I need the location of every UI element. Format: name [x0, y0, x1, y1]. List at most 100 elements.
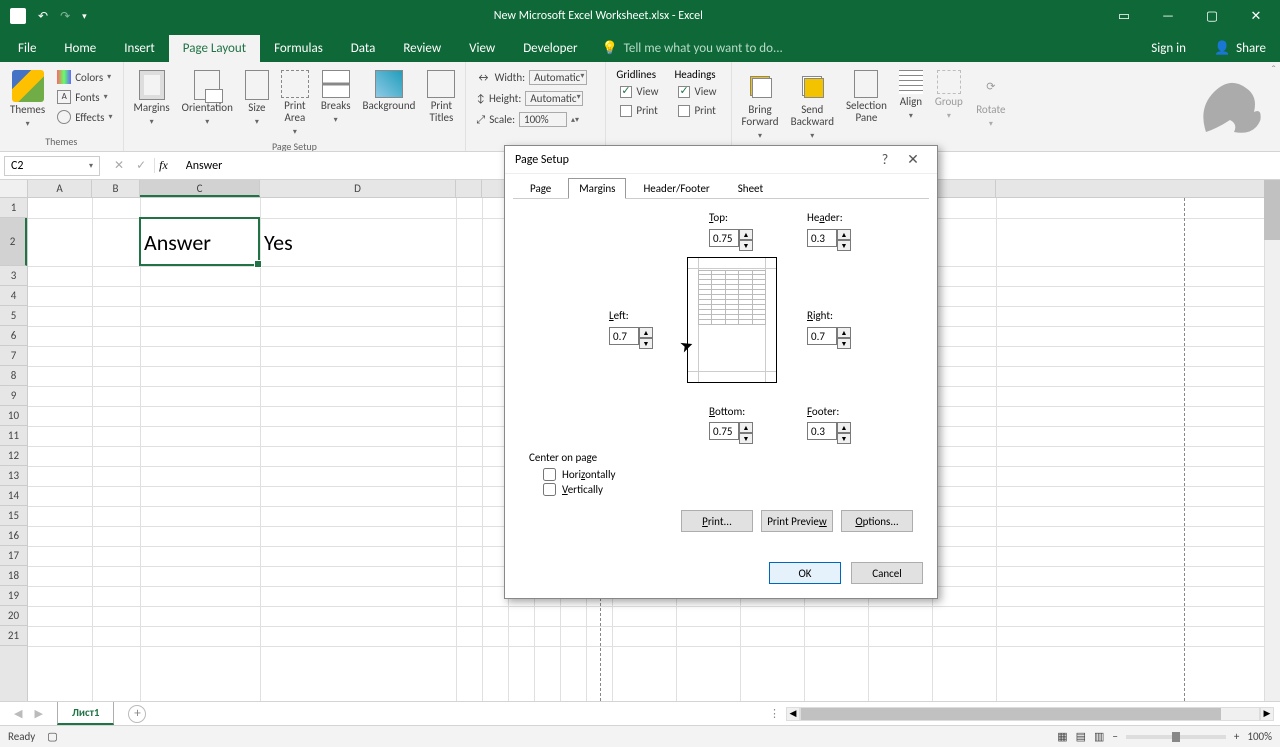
share-button[interactable]: 👤 Share	[1200, 35, 1280, 62]
tab-formulas[interactable]: Formulas	[260, 35, 337, 62]
dialog-help-icon[interactable]: ?	[871, 151, 899, 168]
right-spinner[interactable]: ▲▼	[807, 327, 851, 349]
spin-up-icon[interactable]: ▲	[739, 229, 753, 240]
tab-sheet[interactable]: Sheet	[727, 178, 774, 199]
row-header[interactable]: 4	[0, 286, 27, 306]
row-header[interactable]: 16	[0, 526, 27, 546]
height-combo[interactable]: ↕Height:Automatic▾	[472, 89, 599, 108]
sheet-tab-active[interactable]: Лист1	[57, 702, 115, 725]
column-header[interactable]: C	[140, 180, 260, 197]
ok-button[interactable]: OK	[769, 562, 841, 584]
row-header[interactable]: 12	[0, 446, 27, 466]
row-header[interactable]: 10	[0, 406, 27, 426]
bring-forward-button[interactable]: Bring Forward▾	[738, 68, 783, 144]
rotate-button[interactable]: ⟳Rotate▾	[971, 68, 1011, 132]
spin-down-icon[interactable]: ▼	[739, 240, 753, 251]
fx-icon[interactable]: fx	[154, 158, 178, 173]
row-header[interactable]: 5	[0, 306, 27, 326]
vertical-scrollbar[interactable]	[1264, 180, 1280, 701]
checkbox-icon[interactable]	[543, 468, 556, 481]
column-header[interactable]: A	[28, 180, 92, 197]
vertically-checkbox[interactable]: Vertically	[543, 483, 913, 496]
redo-icon[interactable]: ↷	[60, 9, 70, 24]
row-header[interactable]: 2	[0, 218, 27, 266]
orientation-button[interactable]: Orientation▾	[178, 68, 237, 130]
gridlines-print-checkbox[interactable]: Print	[616, 102, 662, 119]
zoom-in-icon[interactable]: +	[1234, 730, 1239, 743]
minimize-icon[interactable]: —	[1154, 9, 1182, 24]
bottom-spinner[interactable]: ▲▼	[709, 422, 753, 444]
tab-page-layout[interactable]: Page Layout	[169, 35, 260, 62]
view-page-break-icon[interactable]: ▥	[1094, 730, 1104, 743]
themes-button[interactable]: Themes ▾	[6, 68, 49, 132]
print-area-button[interactable]: Print Area▾	[277, 68, 313, 140]
row-header[interactable]: 20	[0, 606, 27, 626]
size-button[interactable]: Size▾	[241, 68, 273, 130]
options-button[interactable]: Options...	[841, 510, 913, 532]
row-header[interactable]: 18	[0, 566, 27, 586]
tab-margins[interactable]: Margins	[568, 178, 626, 199]
horizontal-scrollbar[interactable]	[800, 707, 1260, 721]
spin-up-icon[interactable]: ▲	[639, 327, 653, 338]
zoom-out-icon[interactable]: −	[1112, 730, 1117, 743]
footer-spinner[interactable]: ▲▼	[807, 422, 851, 444]
next-sheet-icon[interactable]: ▶	[34, 707, 42, 720]
cell-value[interactable]: Yes	[260, 218, 456, 266]
colors-button[interactable]: Colors▾	[53, 68, 116, 86]
dialog-close-icon[interactable]: ✕	[899, 151, 927, 168]
save-icon[interactable]	[10, 8, 26, 24]
cell-value[interactable]: Answer	[140, 218, 260, 266]
spin-down-icon[interactable]: ▼	[739, 433, 753, 444]
scale-spinner[interactable]: ⤢Scale:100%▴▾	[472, 110, 599, 129]
dialog-titlebar[interactable]: Page Setup ? ✕	[505, 146, 937, 174]
bottom-input[interactable]	[709, 422, 739, 440]
spin-down-icon[interactable]: ▼	[837, 338, 851, 349]
top-spinner[interactable]: ▲▼	[709, 229, 753, 251]
row-headers[interactable]: 123456789101112131415161718192021	[0, 198, 28, 701]
prev-sheet-icon[interactable]: ◀	[14, 707, 22, 720]
spin-up-icon[interactable]: ▲	[837, 229, 851, 240]
spin-up-icon[interactable]: ▲	[837, 422, 851, 433]
row-header[interactable]: 14	[0, 486, 27, 506]
spin-up-icon[interactable]: ▲	[837, 327, 851, 338]
breaks-button[interactable]: Breaks▾	[317, 68, 355, 128]
row-header[interactable]: 3	[0, 266, 27, 286]
row-header[interactable]: 1	[0, 198, 27, 218]
headings-print-checkbox[interactable]: Print	[674, 102, 720, 119]
tab-page[interactable]: Page	[519, 178, 562, 199]
column-header[interactable]: B	[92, 180, 140, 197]
tab-header-footer[interactable]: Header/Footer	[632, 178, 720, 199]
column-header[interactable]: D	[260, 180, 456, 197]
row-header[interactable]: 11	[0, 426, 27, 446]
fonts-button[interactable]: AFonts▾	[53, 88, 116, 106]
spin-down-icon[interactable]: ▼	[639, 338, 653, 349]
effects-button[interactable]: Effects▾	[53, 108, 116, 126]
undo-icon[interactable]: ↶	[38, 9, 48, 24]
horizontally-checkbox[interactable]: Horizontally	[543, 468, 913, 481]
cancel-edit-icon[interactable]: ✕	[114, 158, 124, 173]
right-input[interactable]	[807, 327, 837, 345]
maximize-icon[interactable]: ▢	[1198, 9, 1226, 24]
ribbon-display-options-icon[interactable]: ▭	[1110, 9, 1138, 24]
column-header[interactable]	[456, 180, 482, 197]
close-icon[interactable]: ✕	[1242, 9, 1270, 24]
left-spinner[interactable]: ▲▼	[609, 327, 653, 349]
tell-me[interactable]: 💡 Tell me what you want to do...	[601, 35, 782, 62]
print-button[interactable]: Print...	[681, 510, 753, 532]
group-objects-button[interactable]: Group▾	[931, 68, 967, 124]
scroll-thumb[interactable]	[1264, 180, 1280, 240]
align-button[interactable]: Align▾	[895, 68, 927, 124]
row-header[interactable]: 7	[0, 346, 27, 366]
tab-developer[interactable]: Developer	[509, 35, 591, 62]
qat-more-icon[interactable]: ▾	[82, 11, 87, 22]
scroll-thumb[interactable]	[801, 708, 1221, 720]
tab-data[interactable]: Data	[337, 35, 390, 62]
footer-input[interactable]	[807, 422, 837, 440]
print-preview-button[interactable]: Print Preview	[761, 510, 833, 532]
row-header[interactable]: 6	[0, 326, 27, 346]
row-header[interactable]: 19	[0, 586, 27, 606]
zoom-level[interactable]: 100%	[1247, 730, 1272, 743]
name-box[interactable]: C2 ▾	[4, 156, 100, 176]
tab-review[interactable]: Review	[389, 35, 455, 62]
hscroll-right-icon[interactable]: ▶	[1260, 707, 1274, 721]
